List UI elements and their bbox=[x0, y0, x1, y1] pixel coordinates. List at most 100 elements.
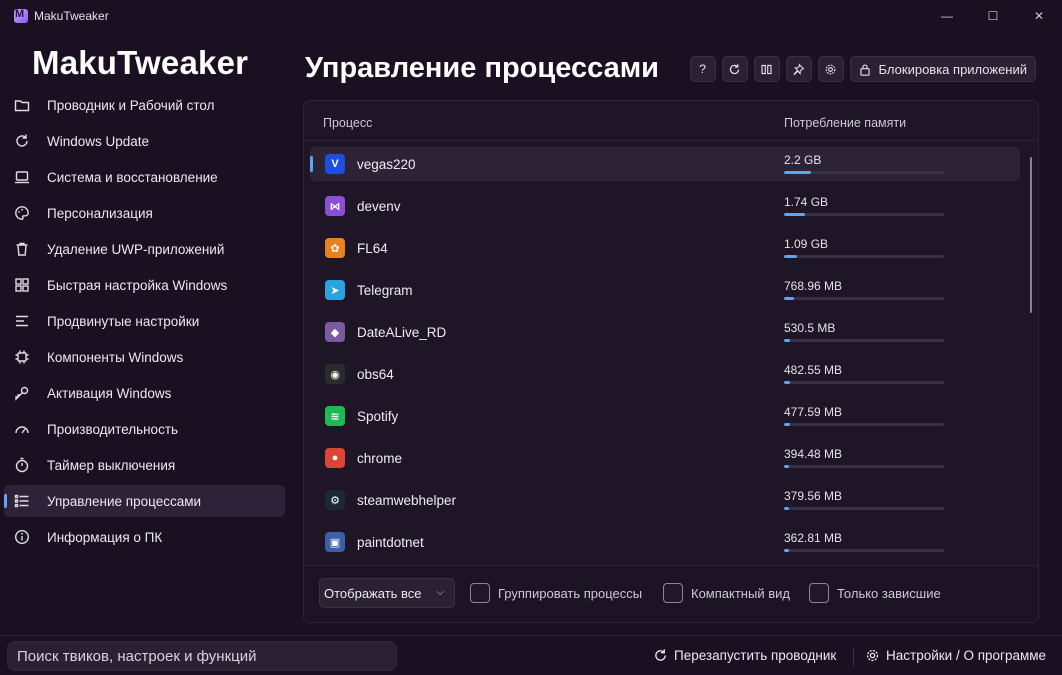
display-filter-select[interactable]: Отображать все ⌵ bbox=[319, 578, 455, 608]
sidebar-item-trash[interactable]: Удаление UWP-приложений bbox=[4, 233, 285, 265]
sidebar: MakuTweaker Проводник и Рабочий стол Wind… bbox=[0, 32, 292, 635]
sidebar-item-chip[interactable]: Компоненты Windows bbox=[4, 341, 285, 373]
sidebar-item-label: Таймер выключения bbox=[47, 457, 176, 473]
close-button[interactable]: ✕ bbox=[1016, 0, 1062, 32]
sidebar-item-list[interactable]: Управление процессами bbox=[4, 485, 285, 517]
memory-value: 477.59 MB bbox=[784, 405, 843, 419]
group-processes-checkbox[interactable]: Группировать процессы bbox=[470, 583, 642, 603]
compact-view-checkbox[interactable]: Компактный вид bbox=[663, 583, 790, 603]
block-apps-button[interactable]: Блокировка приложений bbox=[849, 56, 1036, 82]
columns-button[interactable] bbox=[753, 56, 780, 82]
help-button[interactable]: ? bbox=[689, 56, 716, 82]
laptop-icon bbox=[14, 169, 30, 185]
sidebar-item-folder[interactable]: Проводник и Рабочий стол bbox=[4, 89, 285, 121]
sidebar-item-laptop[interactable]: Система и восстановление bbox=[4, 161, 285, 193]
process-list: Vvegas220 2.2 GB ⋈ devenv 1.74 GB ✿ FL64 1.09 G… bbox=[310, 147, 1020, 567]
maximize-button[interactable]: ☐ bbox=[970, 0, 1016, 32]
table-row[interactable]: ● chrome 394.48 MB bbox=[310, 441, 1020, 475]
palette-icon bbox=[14, 205, 30, 221]
refresh-icon bbox=[14, 133, 30, 149]
bottom-bar: Перезапустить проводник Настройки / О пр… bbox=[0, 635, 1062, 675]
sidebar-item-label: Информация о ПК bbox=[47, 529, 163, 545]
memory-value: 379.56 MB bbox=[784, 489, 843, 503]
sidebar-item-lines[interactable]: Продвинутые настройки bbox=[4, 305, 285, 337]
scrollbar[interactable] bbox=[1030, 157, 1032, 313]
memory-value: 394.48 MB bbox=[784, 447, 843, 461]
refresh-icon bbox=[729, 63, 740, 74]
sidebar-item-label: Быстрая настройка Windows bbox=[47, 277, 228, 293]
memory-bar bbox=[784, 423, 944, 426]
sidebar-item-info[interactable]: Информация о ПК bbox=[4, 521, 285, 553]
filter-bar: Отображать все ⌵ Группировать процессы К… bbox=[304, 565, 1038, 622]
grid-icon bbox=[14, 277, 30, 293]
refresh-button[interactable] bbox=[721, 56, 748, 82]
brand-title: MakuTweaker bbox=[32, 44, 249, 81]
table-row[interactable]: Vvegas220 2.2 GB bbox=[310, 147, 1020, 181]
hung-only-checkbox[interactable]: Только зависшие bbox=[809, 583, 941, 603]
group-processes-box[interactable] bbox=[470, 583, 490, 603]
process-name: steamwebhelper bbox=[357, 493, 457, 508]
memory-value: 1.74 GB bbox=[784, 195, 829, 209]
minimize-button[interactable]: — bbox=[924, 0, 970, 32]
hung-only-label: Только зависшие bbox=[837, 585, 941, 601]
page-header: Управление процессами ? Блокировка прило… bbox=[303, 52, 1039, 92]
compact-view-box[interactable] bbox=[663, 583, 683, 603]
table-row[interactable]: ⋈ devenv 1.74 GB bbox=[310, 189, 1020, 223]
memory-bar-fill bbox=[784, 255, 797, 258]
process-icon: ● bbox=[325, 448, 345, 468]
folder-icon bbox=[14, 97, 30, 113]
sidebar-item-palette[interactable]: Персонализация bbox=[4, 197, 285, 229]
sidebar-item-label: Продвинутые настройки bbox=[47, 313, 200, 329]
settings-about-label: Настройки / О программе bbox=[886, 648, 1047, 663]
memory-value: 2.2 GB bbox=[784, 153, 822, 167]
sidebar-item-label: Windows Update bbox=[47, 133, 150, 149]
memory-bar-fill bbox=[784, 171, 812, 174]
restart-explorer-button[interactable]: Перезапустить проводник bbox=[653, 648, 836, 663]
sidebar-item-gauge[interactable]: Производительность bbox=[4, 413, 285, 445]
memory-bar-fill bbox=[784, 465, 789, 468]
process-panel: Процесс Потребление памяти Vvegas220 2.2 … bbox=[303, 100, 1039, 623]
settings-button[interactable] bbox=[817, 56, 844, 82]
memory-bar bbox=[784, 549, 944, 552]
page-title: Управление процессами bbox=[305, 52, 659, 84]
memory-value: 482.55 MB bbox=[784, 363, 843, 377]
table-row[interactable]: ⚙ steamwebhelper 379.56 MB bbox=[310, 483, 1020, 517]
sidebar-item-grid[interactable]: Быстрая настройка Windows bbox=[4, 269, 285, 301]
table-row[interactable]: ◉ obs64 482.55 MB bbox=[310, 357, 1020, 391]
columns-icon bbox=[761, 64, 772, 74]
process-icon: ◉ bbox=[325, 364, 345, 384]
process-icon: ⚙ bbox=[325, 490, 345, 510]
pin-icon bbox=[793, 62, 805, 76]
timer-icon bbox=[14, 457, 30, 473]
memory-bar-fill bbox=[784, 507, 789, 510]
table-row[interactable]: ◆ DateALive_RD 530.5 MB bbox=[310, 315, 1020, 349]
pin-button[interactable] bbox=[785, 56, 812, 82]
memory-bar bbox=[784, 213, 944, 216]
process-name: DateALive_RD bbox=[357, 325, 447, 340]
settings-about-button[interactable]: Настройки / О программе bbox=[865, 648, 1046, 663]
sidebar-item-refresh[interactable]: Windows Update bbox=[4, 125, 285, 157]
sidebar-item-key[interactable]: Активация Windows bbox=[4, 377, 285, 409]
sidebar-item-timer[interactable]: Таймер выключения bbox=[4, 449, 285, 481]
hung-only-box[interactable] bbox=[809, 583, 829, 603]
trash-icon bbox=[14, 241, 30, 257]
process-icon: ✿ bbox=[325, 238, 345, 258]
table-row[interactable]: ≋ Spotify 477.59 MB bbox=[310, 399, 1020, 433]
sidebar-item-label: Система и восстановление bbox=[47, 169, 218, 185]
table-row[interactable]: ✿ FL64 1.09 GB bbox=[310, 231, 1020, 265]
search-input[interactable] bbox=[7, 641, 397, 671]
memory-bar-fill bbox=[784, 549, 789, 552]
memory-bar-fill bbox=[784, 297, 794, 300]
block-apps-label: Блокировка приложений bbox=[878, 61, 1027, 77]
refresh-icon bbox=[655, 649, 666, 661]
column-header-process[interactable]: Процесс bbox=[323, 116, 372, 130]
sidebar-item-label: Компоненты Windows bbox=[47, 349, 184, 365]
header-toolbar: ? Блокировка приложений bbox=[689, 56, 1036, 82]
table-row[interactable]: ➤ Telegram 768.96 MB bbox=[310, 273, 1020, 307]
table-row[interactable]: ▣ paintdotnet 362.81 MB bbox=[310, 525, 1020, 559]
info-icon bbox=[14, 529, 30, 545]
gauge-icon bbox=[14, 421, 30, 437]
process-name: devenv bbox=[357, 199, 401, 214]
display-filter-value: Отображать все bbox=[324, 585, 422, 601]
column-header-memory[interactable]: Потребление памяти bbox=[784, 116, 906, 130]
